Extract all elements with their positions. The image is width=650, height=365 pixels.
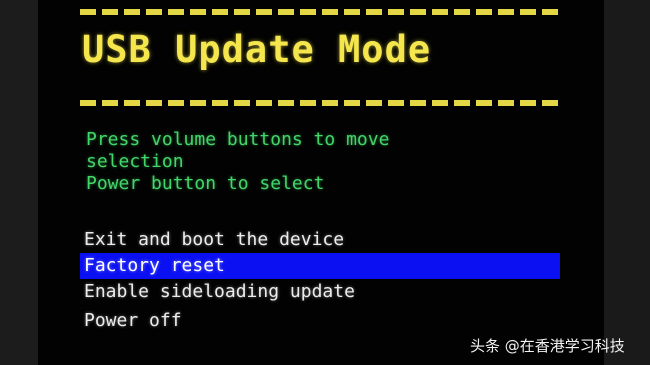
title-divider-bottom xyxy=(80,100,560,106)
menu-item-power-off[interactable]: Power off xyxy=(80,308,560,334)
device-bezel-left xyxy=(0,0,38,365)
menu-item-exit-and-boot[interactable]: Exit and boot the device xyxy=(80,227,560,253)
device-bezel-right xyxy=(604,0,650,365)
screen-title: USB Update Mode xyxy=(82,28,432,71)
instruction-line: Power button to select xyxy=(86,173,325,194)
title-divider-top xyxy=(80,9,560,15)
instructions-block: Press volume buttons to move selection P… xyxy=(86,129,389,195)
instruction-line: selection xyxy=(86,151,184,172)
menu-item-factory-reset[interactable]: Factory reset xyxy=(80,253,560,279)
instruction-line: Press volume buttons to move xyxy=(86,129,390,150)
menu-item-enable-sideloading[interactable]: Enable sideloading update xyxy=(80,279,560,305)
watermark-text: 头条 @在香港学习科技 xyxy=(470,337,625,355)
